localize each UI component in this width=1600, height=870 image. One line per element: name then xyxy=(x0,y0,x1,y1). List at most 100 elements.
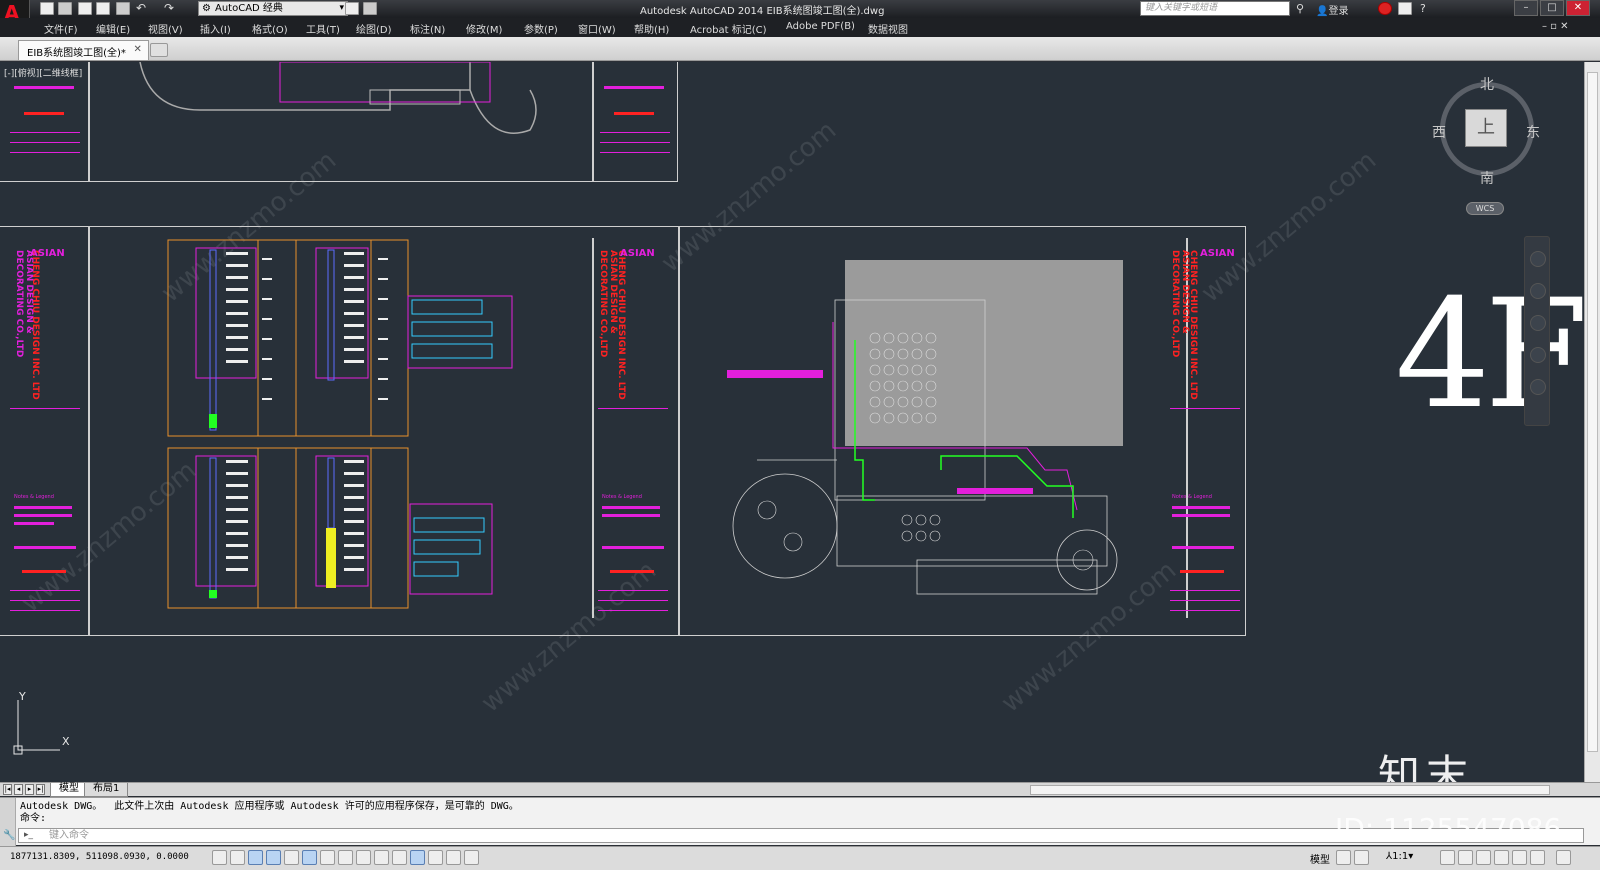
pan-icon[interactable] xyxy=(1530,283,1546,299)
menu-insert[interactable]: 插入(I) xyxy=(200,21,231,36)
compass-south[interactable]: 南 xyxy=(1480,168,1494,188)
menu-file[interactable]: 文件(F) xyxy=(44,21,78,36)
title-block-line xyxy=(1180,570,1224,573)
document-tab[interactable]: EIB系统图竣工图(全)* ✕ xyxy=(18,40,149,60)
menu-view[interactable]: 视图(V) xyxy=(148,21,183,36)
wrench-icon[interactable]: 🔧 xyxy=(3,830,15,841)
compass-west[interactable]: 西 xyxy=(1432,122,1446,142)
binoculars-icon[interactable]: ⚲ xyxy=(1296,2,1310,15)
orbit-icon[interactable] xyxy=(1530,347,1546,363)
workspace-dropdown[interactable]: AutoCAD 经典 xyxy=(198,1,348,16)
selection-cycling-icon[interactable] xyxy=(446,850,461,865)
open-file-icon[interactable] xyxy=(58,2,72,15)
infer-constraints-icon[interactable] xyxy=(212,850,227,865)
close-tab-icon[interactable]: ✕ xyxy=(134,44,142,55)
menu-draw[interactable]: 绘图(D) xyxy=(356,21,392,36)
snap-mode-icon[interactable] xyxy=(230,850,245,865)
dynamic-input-icon[interactable] xyxy=(374,850,389,865)
menu-window[interactable]: 窗口(W) xyxy=(578,21,616,36)
scrollbar-thumb[interactable] xyxy=(1587,72,1598,752)
menu-help[interactable]: 帮助(H) xyxy=(634,21,669,36)
object-snap-icon[interactable] xyxy=(302,850,317,865)
wcs-menu-button[interactable]: WCS xyxy=(1466,202,1504,215)
menu-edit[interactable]: 编辑(E) xyxy=(96,21,130,36)
zoom-icon[interactable] xyxy=(1530,315,1546,331)
vertical-scrollbar[interactable] xyxy=(1584,62,1600,782)
transparency-icon[interactable] xyxy=(410,850,425,865)
title-block-company-2: CHENG CHIU DESIGN INC. LTD xyxy=(616,250,626,400)
login-button[interactable]: 👤登录 xyxy=(1316,2,1348,17)
lineweight-icon[interactable] xyxy=(392,850,407,865)
save-as-icon[interactable] xyxy=(96,2,110,15)
menu-data-view[interactable]: 数据视图 xyxy=(868,21,908,36)
menu-adobe-pdf[interactable]: Adobe PDF(B) xyxy=(786,21,855,32)
menu-format[interactable]: 格式(O) xyxy=(252,21,288,36)
viewcube-top-face[interactable]: 上 xyxy=(1465,109,1507,147)
command-history: Autodesk DWG。 此文件上次由 Autodesk 应用程序或 Auto… xyxy=(20,801,519,825)
workspace-switching-icon[interactable] xyxy=(1458,850,1473,865)
hardware-acceleration-icon[interactable] xyxy=(1494,850,1509,865)
command-line-grip[interactable]: 🔧 xyxy=(0,798,16,846)
model-space-button[interactable]: 模型 xyxy=(1310,851,1330,866)
exchange-icon[interactable] xyxy=(1378,2,1392,15)
menu-dimension[interactable]: 标注(N) xyxy=(410,21,445,36)
status-menu-icon[interactable] xyxy=(1530,850,1545,865)
redo-icon[interactable]: ↷ xyxy=(164,2,178,15)
viewport-controls-label[interactable]: [-][俯视][二维线框] xyxy=(4,66,83,79)
menu-tools[interactable]: 工具(T) xyxy=(306,21,340,36)
lock-icon[interactable] xyxy=(1476,850,1491,865)
quick-view-drawings-icon[interactable] xyxy=(1354,850,1369,865)
menu-acrobat-markup[interactable]: Acrobat 标记(C) xyxy=(690,21,767,36)
showmotion-icon[interactable] xyxy=(1530,379,1546,395)
prev-layout-icon[interactable]: ◂ xyxy=(14,784,23,795)
first-layout-icon[interactable]: |◂ xyxy=(3,784,12,795)
title-block-line xyxy=(600,152,670,153)
compass-east[interactable]: 东 xyxy=(1526,122,1540,142)
annotation-scale-dropdown[interactable]: ⅄1:1▾ xyxy=(1386,851,1413,862)
ortho-mode-icon[interactable] xyxy=(266,850,281,865)
title-block-line xyxy=(14,514,72,517)
new-tab-button[interactable] xyxy=(150,43,168,57)
maximize-button[interactable]: □ xyxy=(1540,0,1564,16)
clean-screen-icon[interactable] xyxy=(1556,850,1571,865)
quick-properties-icon[interactable] xyxy=(428,850,443,865)
title-block-line xyxy=(10,590,80,591)
horizontal-scrollbar[interactable] xyxy=(1030,785,1550,795)
plot-icon[interactable] xyxy=(345,2,359,15)
tab-model[interactable]: 模型 xyxy=(50,783,88,797)
menu-modify[interactable]: 修改(M) xyxy=(466,21,502,36)
help-icon[interactable]: ? xyxy=(1420,2,1434,15)
title-block-brand: ASIAN xyxy=(30,248,65,259)
restore-drawing-icon[interactable]: – ▫ ✕ xyxy=(1542,21,1569,32)
cursor-coordinates[interactable]: 1877131.8309, 511098.0930, 0.0000 xyxy=(10,852,189,862)
minimize-button[interactable]: – xyxy=(1514,0,1538,16)
last-layout-icon[interactable]: ▸| xyxy=(36,784,45,795)
3d-osnap-icon[interactable] xyxy=(320,850,335,865)
autocad-window: A ↶ ↷ AutoCAD 经典 Autodesk AutoCAD 2014 E… xyxy=(0,0,1600,870)
steering-wheel-icon[interactable] xyxy=(1530,251,1546,267)
autodesk-360-icon[interactable] xyxy=(1398,2,1412,15)
drawing-canvas[interactable]: www.znzmo.com www.znzmo.com www.znzmo.co… xyxy=(0,62,1584,782)
annotation-monitor-icon[interactable] xyxy=(464,850,479,865)
quick-view-layouts-icon[interactable] xyxy=(1336,850,1351,865)
grid-display-icon[interactable] xyxy=(248,850,263,865)
navigation-bar xyxy=(1524,236,1550,426)
isolate-objects-icon[interactable] xyxy=(1512,850,1527,865)
object-snap-tracking-icon[interactable] xyxy=(338,850,353,865)
menu-parametric[interactable]: 参数(P) xyxy=(524,21,558,36)
annotation-visibility-icon[interactable] xyxy=(1440,850,1455,865)
publish-icon[interactable] xyxy=(363,2,377,15)
viewcube[interactable]: 上 北 南 西 东 xyxy=(1432,72,1544,217)
title-block-line xyxy=(1170,600,1240,601)
save-icon[interactable] xyxy=(78,2,92,15)
polar-tracking-icon[interactable] xyxy=(284,850,299,865)
dynamic-ucs-icon[interactable] xyxy=(356,850,371,865)
next-layout-icon[interactable]: ▸ xyxy=(25,784,34,795)
help-search-input[interactable]: 键入关键字或短语 xyxy=(1140,1,1290,16)
undo-icon[interactable]: ↶ xyxy=(136,2,150,15)
new-file-icon[interactable] xyxy=(40,2,54,15)
tab-layout1[interactable]: 布局1 xyxy=(84,783,129,797)
compass-north[interactable]: 北 xyxy=(1480,74,1494,94)
print-icon[interactable] xyxy=(116,2,130,15)
close-window-button[interactable]: ✕ xyxy=(1566,0,1590,16)
